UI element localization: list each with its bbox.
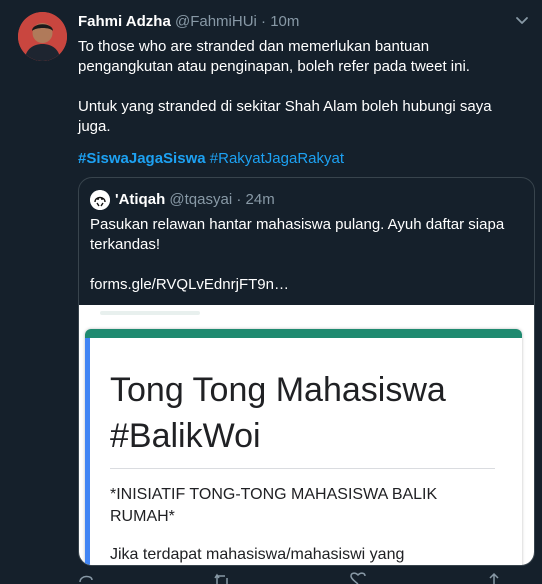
tweet-paragraph: Untuk yang stranded di sekitar Shah Alam… bbox=[78, 98, 492, 135]
form-accent-bar bbox=[85, 338, 90, 565]
separator: · bbox=[261, 13, 267, 30]
share-icon[interactable] bbox=[486, 572, 502, 584]
quote-paragraph: Pasukan relawan hantar mahasiswa pulang.… bbox=[90, 216, 505, 253]
form-description-continued: Jika terdapat mahasiswa/mahasiswi yang bbox=[110, 546, 405, 563]
hashtag-link[interactable]: #RakyatJagaRakyat bbox=[210, 150, 344, 167]
quote-text: Pasukan relawan hantar mahasiswa pulang.… bbox=[90, 215, 520, 295]
form-title: Tong Tong Mahasiswa #BalikWoi bbox=[110, 367, 510, 459]
tweet-actions bbox=[78, 572, 518, 584]
retweet-icon[interactable] bbox=[214, 572, 230, 584]
quote-timestamp[interactable]: 24m bbox=[246, 191, 275, 208]
avatar[interactable] bbox=[18, 12, 67, 61]
quote-link[interactable]: forms.gle/RVQLvEdnrjFT9n… bbox=[90, 275, 520, 295]
quote-author-handle[interactable]: @tqasyai bbox=[169, 191, 232, 208]
separator: · bbox=[236, 191, 242, 208]
like-icon[interactable] bbox=[350, 572, 366, 584]
hashtag-link[interactable]: #SiswaJagaSiswa bbox=[78, 150, 206, 167]
tweet[interactable]: Fahmi Adzha @FahmiHUi · 10m To those who… bbox=[0, 0, 542, 584]
caret-down-icon[interactable] bbox=[514, 12, 530, 28]
form-divider bbox=[110, 468, 495, 469]
form-header-bar bbox=[85, 329, 522, 338]
quote-author-name[interactable]: 'Atiqah bbox=[115, 191, 165, 208]
quote-profile-icon bbox=[90, 190, 110, 210]
form-description: *INISIATIF TONG-TONG MAHASISWA BALIK RUM… bbox=[110, 486, 438, 525]
author-name[interactable]: Fahmi Adzha bbox=[78, 13, 171, 30]
reply-icon[interactable] bbox=[78, 572, 94, 584]
quote-avatar bbox=[90, 190, 110, 210]
profile-photo bbox=[18, 12, 67, 61]
quote-header: 'Atiqah @tqasyai · 24m bbox=[115, 191, 275, 208]
tweet-text: To those who are stranded dan memerlukan… bbox=[78, 37, 518, 137]
tweet-header: Fahmi Adzha @FahmiHUi · 10m bbox=[78, 13, 299, 30]
hashtags: #SiswaJagaSiswa #RakyatJagaRakyat bbox=[78, 150, 344, 167]
form-card: Tong Tong Mahasiswa #BalikWoi *INISIATIF… bbox=[85, 329, 522, 565]
form-tab-bar bbox=[100, 311, 200, 315]
form-title-line: #BalikWoi bbox=[110, 417, 261, 455]
timestamp[interactable]: 10m bbox=[270, 13, 299, 30]
form-title-line: Tong Tong Mahasiswa bbox=[110, 371, 446, 409]
quoted-tweet[interactable]: 'Atiqah @tqasyai · 24m Pasukan relawan h… bbox=[78, 177, 535, 566]
author-handle[interactable]: @FahmiHUi bbox=[175, 13, 257, 30]
tweet-paragraph: To those who are stranded dan memerlukan… bbox=[78, 38, 470, 75]
link-preview-image[interactable]: Tong Tong Mahasiswa #BalikWoi *INISIATIF… bbox=[79, 305, 534, 565]
